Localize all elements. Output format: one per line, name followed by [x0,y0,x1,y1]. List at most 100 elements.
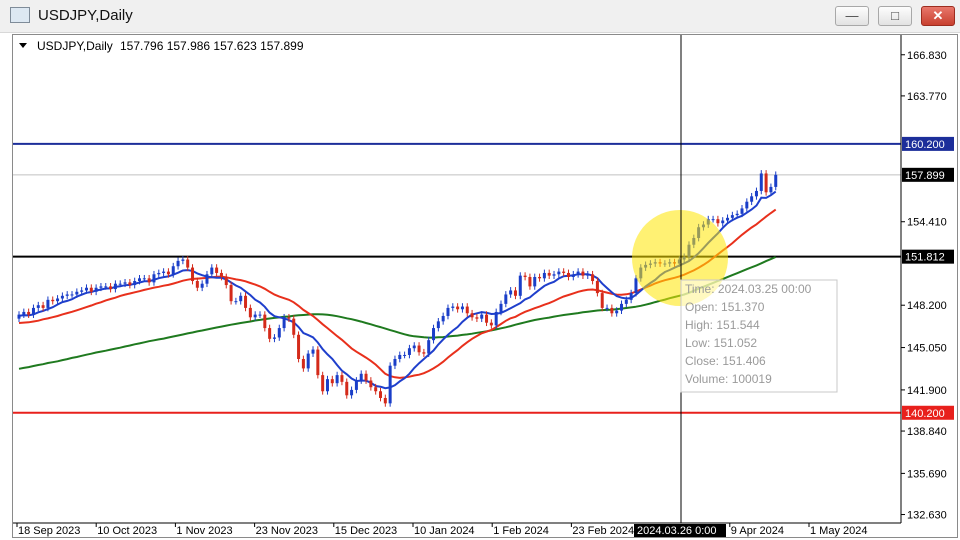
candle-body [475,317,479,319]
candlestick [272,334,276,343]
candlestick [518,272,522,300]
window-titlebar[interactable]: USDJPY,Daily — □ ✕ [0,0,960,33]
candlestick [436,317,440,332]
candlestick [325,375,329,395]
candle-body [451,306,455,308]
candle-body [446,307,450,316]
candlestick [369,377,373,391]
candle-body [436,321,440,329]
candlestick [566,269,570,281]
candle-body [128,282,132,286]
candle-body [109,286,113,290]
candle-body [244,295,248,308]
candle-body [253,314,257,318]
candle-body [70,294,74,296]
current-price-tag-label: 157.899 [905,170,945,182]
candlestick [191,264,195,285]
candle-body [591,274,595,282]
candle-body [379,391,382,398]
candle-body [542,272,546,279]
candle-body [374,387,378,392]
candle-body [330,379,334,384]
chart-window-icon [10,7,30,23]
tooltip-time: Time: 2024.03.25 00:00 [685,282,812,296]
x-tick-label: 1 Feb 2024 [493,525,549,537]
candlestick [509,287,513,298]
x-tick-label: 23 Feb 2024 [572,525,634,537]
candle-body [538,276,542,279]
candlestick [523,272,527,281]
candle-body [509,290,513,295]
candle-body [133,281,137,286]
tooltip-open: Open: 151.370 [685,300,765,314]
candle-body [224,276,228,286]
candle-body [504,294,508,304]
candle-body [316,349,320,376]
x-tick-label: 10 Oct 2023 [97,525,157,537]
candlestick [542,269,546,282]
close-button[interactable]: ✕ [921,6,955,26]
candle-body [239,295,243,302]
chart-menu-triangle-icon[interactable] [19,43,27,48]
price-chart[interactable]: Time: 2024.03.25 00:00 Open: 151.370 Hig… [13,35,957,537]
minimize-button[interactable]: — [835,6,869,26]
candle-body [417,345,421,353]
candle-body [297,334,301,359]
candlestick [234,297,238,305]
y-tick-label: 163.770 [907,91,947,103]
candle-body [301,358,305,369]
candlestick [711,215,715,223]
candle-body [200,283,204,288]
candlestick [186,256,190,271]
candle-body [730,215,734,218]
candlestick [764,170,768,196]
candle-body [769,186,773,193]
candlestick [51,296,55,305]
candlestick [316,346,320,379]
candle-body [171,266,175,275]
candle-body [600,293,604,308]
candle-tooltip: Time: 2024.03.25 00:00 Open: 151.370 Hig… [680,279,838,393]
candle-body [388,365,392,404]
candle-body [528,276,532,287]
candle-body [138,278,141,282]
candlestick [297,331,301,363]
candlestick [152,270,156,286]
candle-body [152,274,156,283]
candlestick [113,280,117,293]
candlestick [311,346,315,357]
candle-body [31,307,35,315]
candle-body [470,313,474,318]
candlestick [489,319,493,329]
candlestick [417,342,421,356]
x-tick-label: 15 Dec 2023 [335,525,397,537]
candlestick [253,311,257,321]
candle-body [441,315,445,322]
candlestick [379,387,382,402]
candle-body [610,307,614,314]
candle-body [562,271,566,273]
candle-body [80,290,84,292]
maximize-button[interactable]: □ [878,6,912,26]
candlestick [335,371,339,387]
candle-body [547,272,551,276]
y-tick-label: 145.050 [907,343,947,355]
candlestick [94,284,98,296]
candlestick [70,291,74,298]
candle-body [56,298,60,302]
candle-body [321,375,325,392]
candle-body [422,352,426,354]
candle-body [369,380,373,388]
chart-area[interactable]: Time: 2024.03.25 00:00 Open: 151.370 Hig… [12,34,958,538]
candle-body [99,286,103,288]
candle-body [306,353,310,369]
candlestick [446,304,450,320]
candlestick [301,355,305,372]
candlestick [383,394,387,407]
candle-body [754,190,758,197]
candlestick [157,269,161,278]
candlestick [398,351,402,363]
candlestick [470,309,474,321]
candle-body [432,328,436,341]
candle-body [581,271,585,276]
